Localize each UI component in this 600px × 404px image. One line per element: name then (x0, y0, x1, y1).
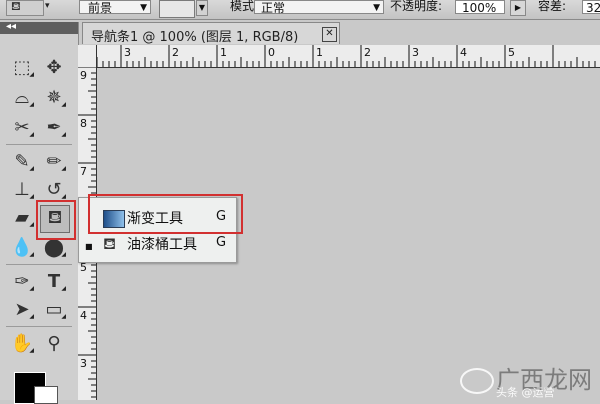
flyout-highlight (88, 194, 243, 234)
collapse-icon[interactable]: ◂◂ (6, 21, 16, 32)
flyout-item-shortcut: G (216, 235, 227, 250)
ruler-label: 3 (124, 46, 131, 59)
tool-preset-picker[interactable]: ⛾ ▾ (6, 0, 50, 16)
document-tab[interactable]: 导航条1 @ 100% (图层 1, RGB/8) ✕ (82, 22, 340, 45)
paint-bucket-icon: ⛾ (11, 0, 21, 13)
ruler-label: 1 (220, 46, 227, 59)
toolbox-divider (6, 264, 72, 265)
opacity-label: 不透明度: (390, 0, 443, 13)
watermark-logo (460, 368, 494, 394)
move-icon[interactable]: ✥ (40, 54, 68, 80)
ruler-label: 3 (80, 357, 87, 370)
crop-icon[interactable]: ✂ ◢ (8, 114, 36, 140)
background-color-swatch[interactable] (34, 386, 58, 404)
options-bar: ⛾ ▾ 前景 ▼ ▼ 模式: 正常 ▼ 不透明度: 100% ▶ 容差: 32 (0, 0, 600, 20)
brush-icon[interactable]: ✏ ◢ (40, 148, 68, 174)
history-brush-icon[interactable]: ↺ ◢ (40, 176, 68, 202)
clone-stamp-icon[interactable]: ⊥ ◢ (8, 176, 36, 202)
mode-value: 正常 (261, 1, 286, 15)
toolbox-divider (6, 144, 72, 145)
chevron-down-icon: ▼ (140, 3, 147, 13)
mode-select[interactable]: 正常 ▼ (254, 0, 384, 15)
ruler-label: 4 (460, 46, 467, 59)
fill-source-select[interactable]: 前景 ▼ (79, 0, 151, 15)
ruler-label: 5 (508, 46, 515, 59)
ruler-label: 8 (80, 117, 87, 130)
document-title: 导航条1 @ 100% (图层 1, RGB/8) (91, 30, 299, 45)
ruler-label: 2 (172, 46, 179, 59)
ruler-label: 4 (80, 309, 87, 322)
magic-wand-icon[interactable]: ✵ ◢ (40, 84, 68, 110)
toolbox-divider (6, 326, 72, 327)
active-tool-highlight (36, 200, 76, 240)
pattern-dropdown-button[interactable]: ▼ (196, 0, 208, 16)
ruler-label: 2 (364, 46, 371, 59)
ruler-horizontal[interactable]: 3 2 1 0 1 2 3 4 5 (96, 45, 600, 68)
ruler-label: 9 (80, 69, 87, 82)
current-tool-bullet: ■ (85, 242, 93, 251)
eraser-icon[interactable]: ▰ ◢ (8, 204, 36, 230)
ruler-label: 0 (268, 46, 275, 59)
eyedropper-icon[interactable]: ✒ ◢ (40, 114, 68, 140)
zoom-icon[interactable]: ⚲ (40, 330, 68, 356)
flyout-item-label: 油漆桶工具 (127, 237, 197, 253)
tolerance-input[interactable]: 32 (582, 0, 600, 15)
healing-brush-icon[interactable]: ✎ ◢ (8, 148, 36, 174)
chevron-down-icon: ▾ (45, 1, 50, 11)
rectangle-shape-icon[interactable]: ▭ ◢ (40, 296, 68, 322)
opacity-input[interactable]: 100% (455, 0, 505, 15)
toolbox-header[interactable]: ◂◂ (0, 21, 78, 34)
chevron-down-icon: ▼ (373, 3, 380, 13)
ruler-label: 1 (316, 46, 323, 59)
lasso-icon[interactable]: ⌓ ◢ (8, 84, 36, 110)
pen-icon[interactable]: ✑ ◢ (8, 268, 36, 294)
opacity-slider-button[interactable]: ▶ (510, 0, 526, 16)
paint-bucket-icon: ⛾ (103, 234, 117, 253)
pattern-swatch[interactable] (159, 0, 195, 18)
watermark: 广西龙网 头条 @运营 (456, 358, 600, 400)
ruler-corner[interactable] (78, 45, 96, 68)
rect-marquee-icon[interactable]: ⬚ ◢ (8, 54, 36, 80)
hand-icon[interactable]: ✋ ◢ (8, 330, 36, 356)
ruler-label: 3 (412, 46, 419, 59)
type-icon[interactable]: T ◢ (40, 268, 68, 294)
tolerance-label: 容差: (538, 0, 567, 13)
ruler-label: 7 (80, 165, 87, 178)
blur-icon[interactable]: 💧 ◢ (8, 234, 36, 260)
close-icon[interactable]: ✕ (322, 27, 337, 42)
flyout-item-paint-bucket-tool[interactable]: ■ ⛾ 油漆桶工具 G (79, 232, 236, 258)
watermark-subtext: 头条 @运营 (496, 386, 555, 399)
fill-source-value: 前景 (88, 1, 113, 15)
path-select-icon[interactable]: ➤ ◢ (8, 296, 36, 322)
